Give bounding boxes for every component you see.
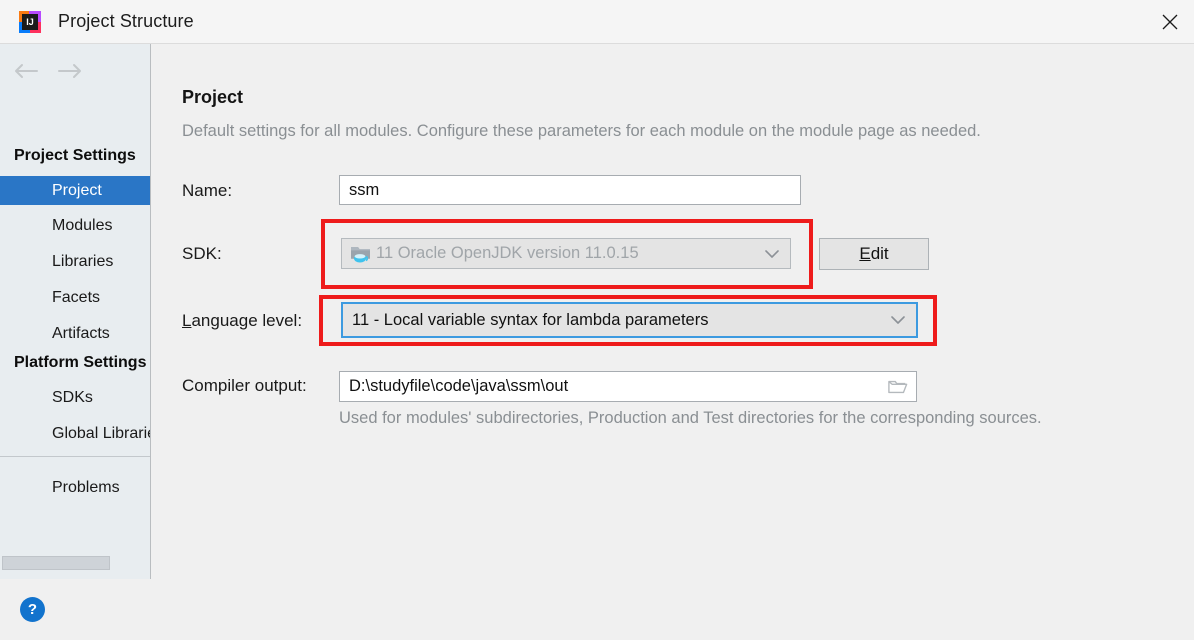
sdk-label: SDK: bbox=[182, 244, 222, 263]
sidebar-item-label: Problems bbox=[52, 478, 120, 496]
jdk-folder-icon bbox=[350, 244, 372, 264]
project-structure-dialog: IJ Project Structure Project Settings Pr… bbox=[0, 0, 1194, 640]
title-bar: IJ Project Structure bbox=[0, 0, 1194, 44]
edit-sdk-button[interactable]: Edit bbox=[819, 238, 929, 270]
sidebar-horizontal-scrollbar[interactable] bbox=[0, 555, 150, 571]
edit-button-label-rest: dit bbox=[870, 244, 889, 263]
sidebar-item-libraries[interactable]: Libraries bbox=[0, 247, 150, 276]
name-label: Name: bbox=[182, 181, 233, 200]
sidebar-item-label: SDKs bbox=[52, 388, 93, 406]
sidebar-item-label: Artifacts bbox=[52, 324, 110, 342]
sidebar-item-sdks[interactable]: SDKs bbox=[0, 383, 150, 412]
project-settings-panel: Project Default settings for all modules… bbox=[151, 44, 1194, 579]
arrow-right-icon[interactable] bbox=[48, 56, 92, 86]
compiler-output-input[interactable]: D:\studyfile\code\java\ssm\out bbox=[339, 371, 917, 402]
sidebar-group-platform-settings: Platform Settings bbox=[14, 354, 147, 371]
page-description: Default settings for all modules. Config… bbox=[182, 122, 981, 140]
settings-sidebar[interactable]: Project Settings Project Modules Librari… bbox=[0, 44, 150, 579]
language-level-combobox[interactable]: 11 - Local variable syntax for lambda pa… bbox=[341, 302, 918, 338]
chevron-down-icon[interactable] bbox=[890, 312, 906, 328]
language-level-value: 11 - Local variable syntax for lambda pa… bbox=[352, 310, 709, 329]
dialog-footer: ? OK Cancel Apply bbox=[0, 579, 1194, 640]
compiler-output-label: Compiler output: bbox=[182, 376, 307, 395]
sidebar-group-project-settings: Project Settings bbox=[14, 147, 136, 164]
sdk-combobox[interactable]: 11 Oracle OpenJDK version 11.0.15 bbox=[341, 238, 791, 269]
window-title: Project Structure bbox=[58, 11, 194, 31]
sidebar-item-label: Project bbox=[52, 181, 102, 199]
folder-browse-icon[interactable] bbox=[888, 378, 908, 396]
sidebar-item-label: Modules bbox=[52, 216, 113, 234]
language-level-label-rest: anguage level: bbox=[191, 311, 303, 330]
page-title: Project bbox=[182, 87, 244, 107]
sidebar-item-label: Libraries bbox=[52, 252, 114, 270]
compiler-output-value: D:\studyfile\code\java\ssm\out bbox=[349, 377, 569, 395]
project-name-value: ssm bbox=[349, 180, 380, 199]
help-question-icon[interactable]: ? bbox=[20, 597, 45, 622]
project-name-input[interactable]: ssm bbox=[339, 175, 801, 205]
edit-button-mnemonic: E bbox=[859, 244, 871, 263]
sidebar-separator bbox=[0, 456, 150, 457]
sidebar-item-project[interactable]: Project bbox=[0, 176, 150, 205]
sidebar-item-problems[interactable]: Problems bbox=[0, 473, 150, 502]
sidebar-item-label: Global Libraries bbox=[52, 424, 150, 442]
compiler-output-hint: Used for modules' subdirectories, Produc… bbox=[339, 409, 1042, 427]
language-level-label: Language level: bbox=[182, 311, 302, 331]
close-icon[interactable] bbox=[1146, 0, 1194, 43]
intellij-idea-icon: IJ bbox=[18, 10, 42, 34]
arrow-left-icon[interactable] bbox=[4, 56, 48, 86]
sdk-value: 11 Oracle OpenJDK version 11.0.15 bbox=[376, 244, 639, 262]
scrollbar-thumb[interactable] bbox=[2, 556, 110, 570]
svg-text:IJ: IJ bbox=[26, 17, 34, 27]
sidebar-item-modules[interactable]: Modules bbox=[0, 211, 150, 240]
sidebar-item-artifacts[interactable]: Artifacts bbox=[0, 319, 150, 348]
chevron-down-icon[interactable] bbox=[764, 246, 780, 262]
sidebar-item-label: Facets bbox=[52, 288, 101, 306]
sidebar-item-global-libraries[interactable]: Global Libraries bbox=[0, 419, 150, 448]
sidebar-item-facets[interactable]: Facets bbox=[0, 283, 150, 312]
navigation-arrows bbox=[0, 54, 150, 88]
